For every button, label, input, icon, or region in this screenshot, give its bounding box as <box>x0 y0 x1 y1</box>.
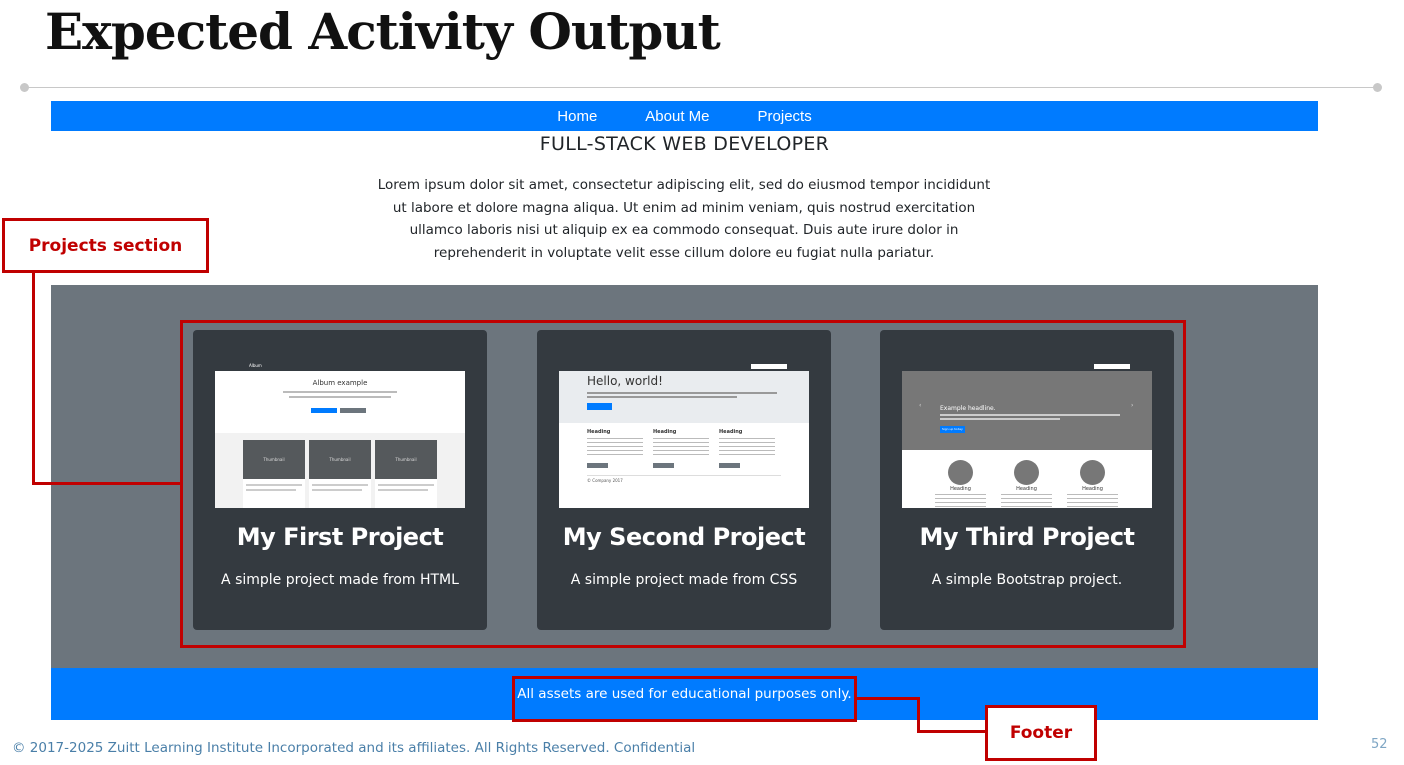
divider-dot-right <box>1373 83 1382 92</box>
projects-leader-line <box>32 273 35 485</box>
copyright-text: © 2017-2025 Zuitt Learning Institute Inc… <box>12 740 696 756</box>
footer-callout: Footer <box>985 705 1097 761</box>
slide-title: Expected Activity Output <box>45 2 721 61</box>
nav-link-home[interactable]: Home <box>557 108 597 125</box>
projects-leader-line <box>32 482 182 485</box>
footer-leader-line <box>917 730 987 733</box>
divider-dot-left <box>20 83 29 92</box>
hero-title: FULL-STACK WEB DEVELOPER <box>539 133 830 155</box>
footer-leader-line <box>856 697 920 700</box>
projects-section-callout: Projects section <box>2 218 209 273</box>
footer-highlight-outline <box>512 676 857 722</box>
nav-link-about-me[interactable]: About Me <box>645 108 709 125</box>
title-divider <box>25 87 1378 88</box>
navbar: Home About Me Projects <box>51 101 1318 131</box>
footer-leader-line <box>917 697 920 733</box>
nav-link-projects[interactable]: Projects <box>758 108 812 125</box>
page-number: 52 <box>1371 737 1388 752</box>
hero-text: Lorem ipsum dolor sit amet, consectetur … <box>377 177 991 261</box>
projects-highlight-outline <box>180 320 1186 648</box>
